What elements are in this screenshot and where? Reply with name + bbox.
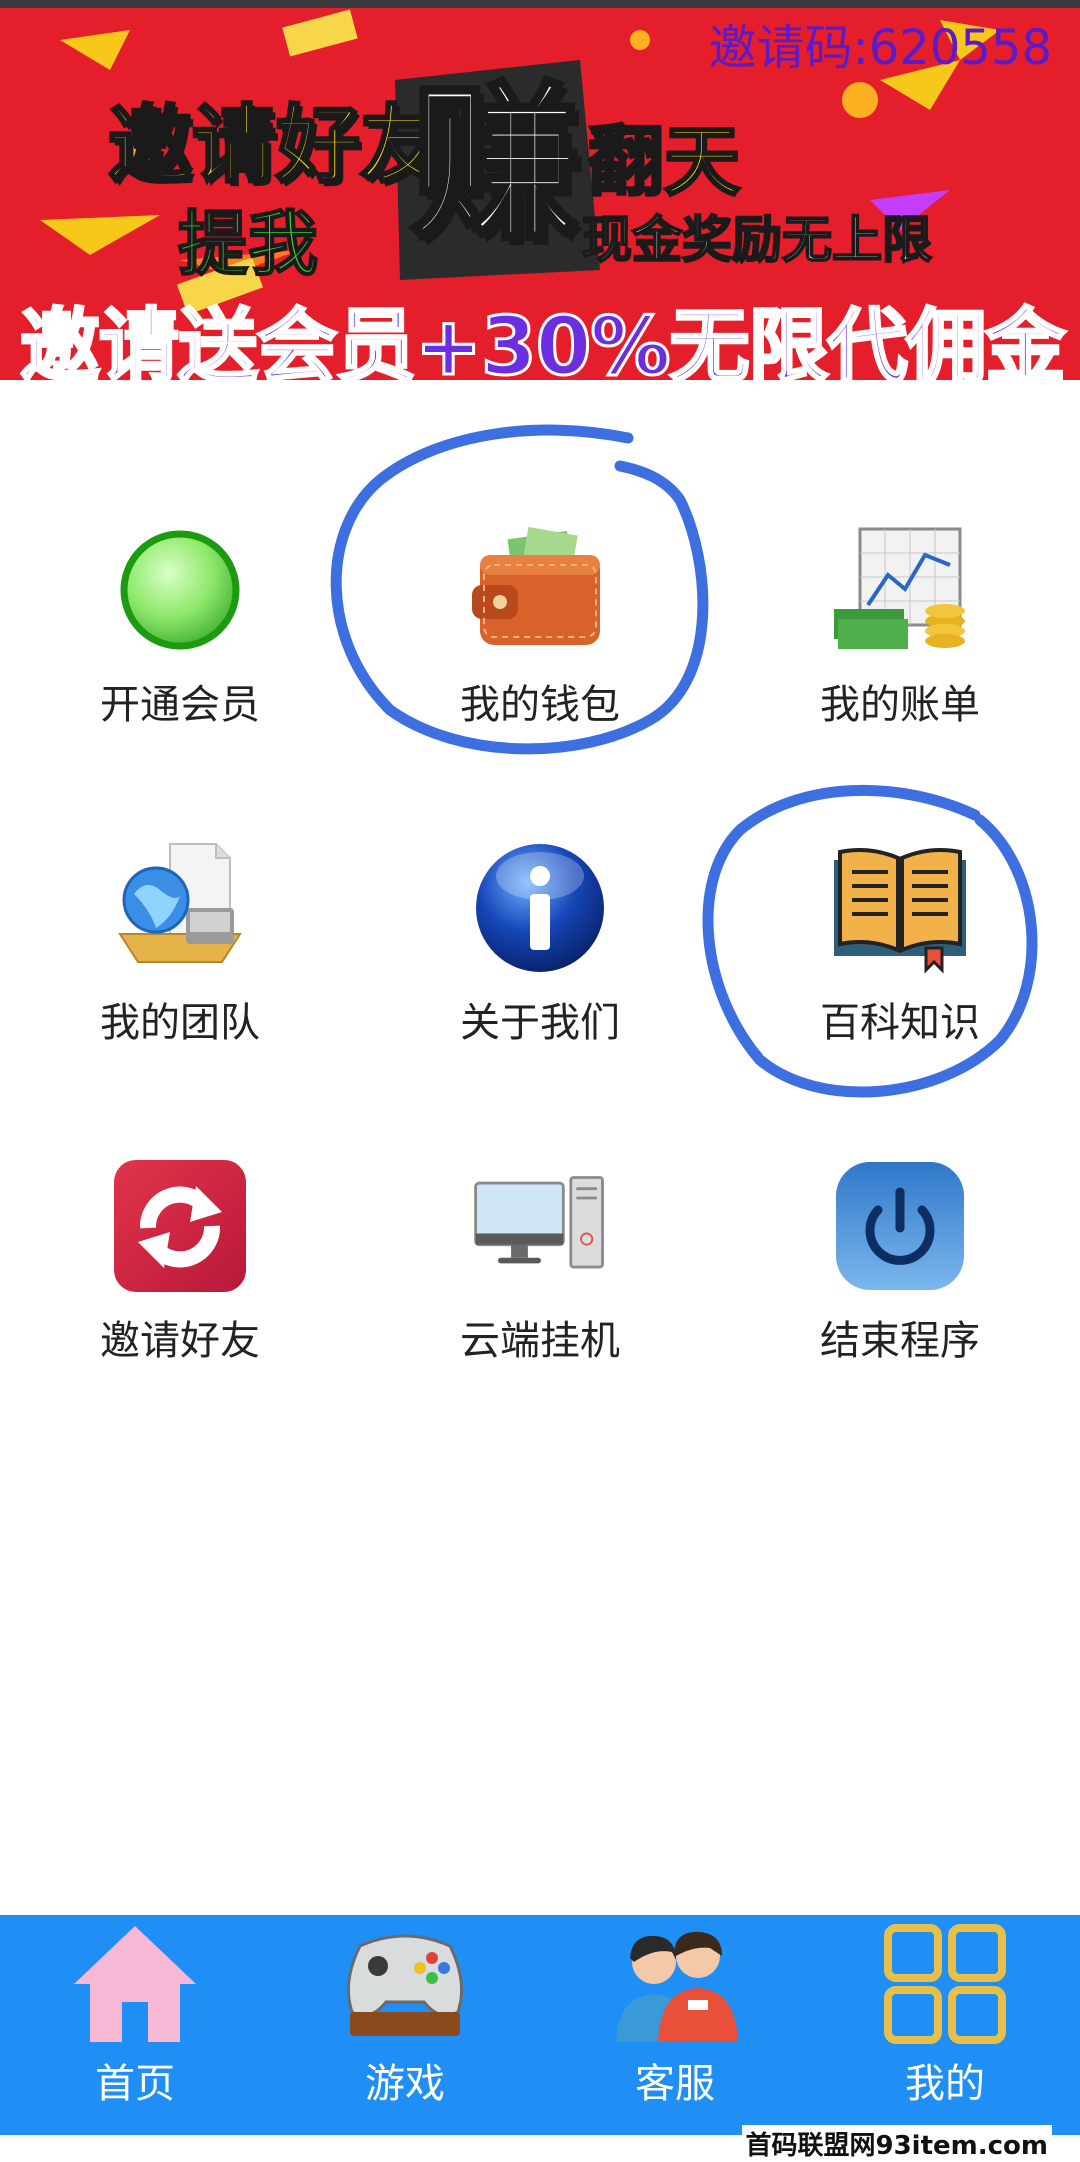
tab-label: 客服	[635, 2061, 715, 2107]
tab-home[interactable]: 首页	[15, 1915, 255, 2135]
grid-item-label: 百科知识	[820, 1000, 980, 1046]
gamepad-icon	[335, 1919, 475, 2049]
tab-label: 我的	[905, 2061, 985, 2107]
book-icon	[830, 838, 970, 978]
wallet-icon	[470, 520, 610, 660]
computer-icon	[470, 1156, 610, 1296]
grid-item-team[interactable]: 我的团队	[30, 838, 330, 1156]
team-network-icon	[110, 838, 250, 978]
grid-item-label: 云端挂机	[460, 1318, 620, 1364]
home-icon	[65, 1919, 205, 2049]
grid-squares-icon	[875, 1919, 1015, 2049]
grid-item-bill[interactable]: 我的账单	[750, 520, 1050, 838]
grid-row: 邀请好友 云端挂机 结束程序	[0, 1156, 1080, 1474]
grid-row: 我的团队 关于我们 百科知识	[0, 838, 1080, 1156]
green-circle-icon	[110, 520, 250, 660]
banner-headline-bottom: 邀请送会员+30%无限代佣金	[19, 299, 1068, 381]
banner-headline-reward: 现金奖励无上限	[581, 210, 933, 270]
banner-headline-invite: 邀请好友	[106, 95, 445, 196]
grid-item-wallet[interactable]: 我的钱包	[390, 520, 690, 838]
grid-item-label: 我的账单	[820, 682, 980, 728]
tab-label: 游戏	[365, 2061, 445, 2107]
grid-item-label: 邀请好友	[100, 1318, 260, 1364]
power-icon	[830, 1156, 970, 1296]
bottom-tab-bar: 首页 游戏 客服 我的	[0, 1915, 1080, 2135]
refresh-icon	[110, 1156, 250, 1296]
grid-item-label: 开通会员	[100, 682, 260, 728]
tab-label: 首页	[95, 2061, 175, 2107]
grid-item-label: 我的团队	[100, 1000, 260, 1046]
invite-code: 邀请码:620558	[708, 20, 1052, 76]
tab-mine[interactable]: 我的	[825, 1915, 1065, 2135]
feature-grid: 开通会员 我的钱包 我的账单 我的团队 关于我们 百科知识 邀请好友 云端挂机 …	[0, 520, 1080, 1474]
tab-games[interactable]: 游戏	[285, 1915, 525, 2135]
grid-item-label: 关于我们	[460, 1000, 620, 1046]
grid-item-about[interactable]: 关于我们	[390, 838, 690, 1156]
banner-headline-tiwo: 提我	[177, 202, 319, 286]
bill-chart-icon	[830, 520, 970, 660]
status-bar	[0, 0, 1080, 8]
banner-headline-earn: 赚	[408, 66, 582, 264]
grid-item-invite[interactable]: 邀请好友	[30, 1156, 330, 1474]
promo-banner[interactable]: 邀请码:620558 邀请好友 赚 翻天 提我 现金奖励无上限 邀请送会员+30…	[0, 0, 1080, 380]
grid-item-label: 结束程序	[820, 1318, 980, 1364]
tab-customer-service[interactable]: 客服	[555, 1915, 795, 2135]
grid-item-cloud[interactable]: 云端挂机	[390, 1156, 690, 1474]
grid-row: 开通会员 我的钱包 我的账单	[0, 520, 1080, 838]
customer-service-icon	[605, 1919, 745, 2049]
grid-item-exit[interactable]: 结束程序	[750, 1156, 1050, 1474]
grid-item-vip[interactable]: 开通会员	[30, 520, 330, 838]
banner-headline-fantian: 翻天	[587, 116, 742, 208]
info-icon	[470, 838, 610, 978]
grid-item-label: 我的钱包	[460, 682, 620, 728]
grid-item-encyclopedia[interactable]: 百科知识	[750, 838, 1050, 1156]
watermark: 首码联盟网93item.com	[741, 2125, 1052, 2162]
